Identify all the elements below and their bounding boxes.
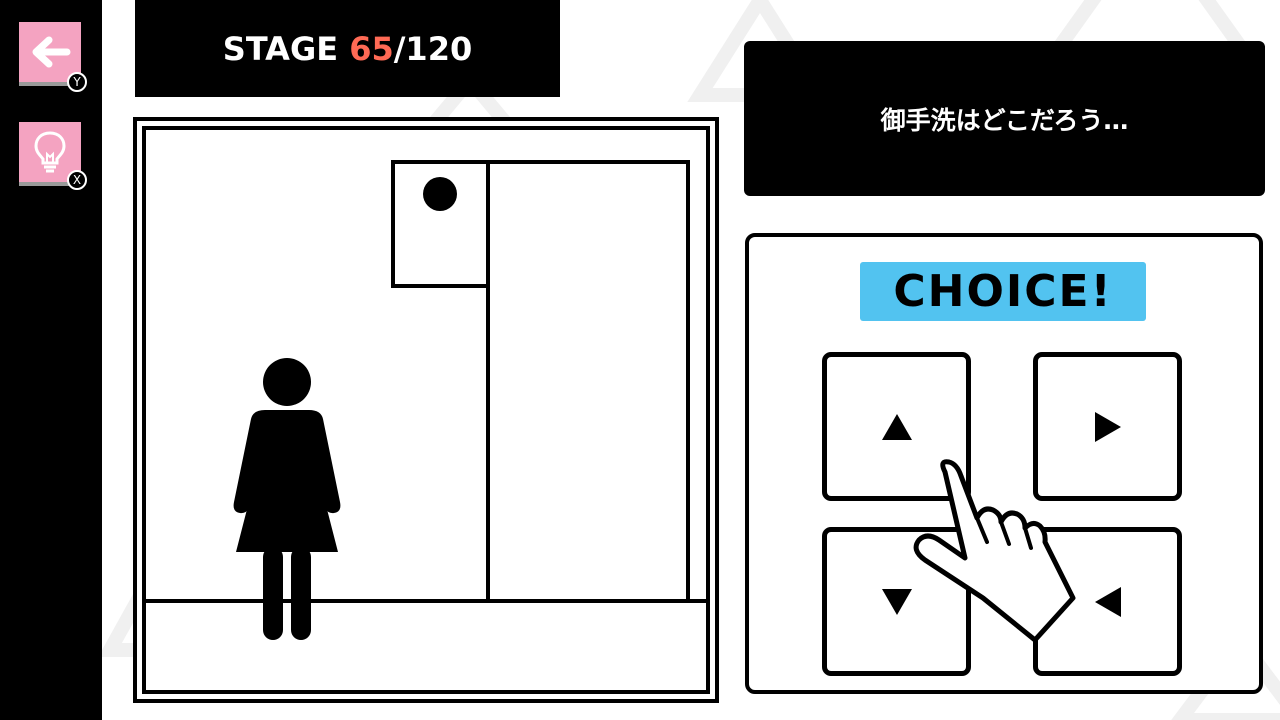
up-button[interactable] [822, 352, 971, 501]
back-button[interactable]: Y [19, 22, 87, 92]
right-button[interactable] [1033, 352, 1182, 501]
message-box: 御手洗はどこだろう… [744, 41, 1265, 196]
lightbulb-icon [34, 131, 66, 173]
sidebar: Y X [0, 0, 102, 720]
triangle-down-icon [881, 588, 912, 615]
stage-header: STAGE 65/120 [135, 0, 560, 97]
circle-sign-icon[interactable] [391, 160, 490, 288]
key-badge-x: X [67, 170, 87, 190]
hint-button[interactable]: X [19, 122, 87, 190]
left-button[interactable] [1033, 527, 1182, 676]
back-arrow-icon [32, 36, 71, 68]
triangle-right-icon [1094, 411, 1121, 442]
scene-panel[interactable] [133, 117, 719, 703]
down-button[interactable] [822, 527, 971, 676]
door[interactable] [486, 160, 690, 603]
triangle-up-icon [881, 413, 912, 440]
message-text: 御手洗はどこだろう… [880, 105, 1129, 135]
stage-total: /120 [393, 29, 473, 68]
key-badge-y: Y [67, 72, 87, 92]
stage-current: 65 [349, 29, 394, 68]
stage-label: STAGE [222, 29, 350, 68]
triangle-left-icon [1094, 586, 1121, 617]
choice-title: CHOICE! [860, 262, 1146, 321]
